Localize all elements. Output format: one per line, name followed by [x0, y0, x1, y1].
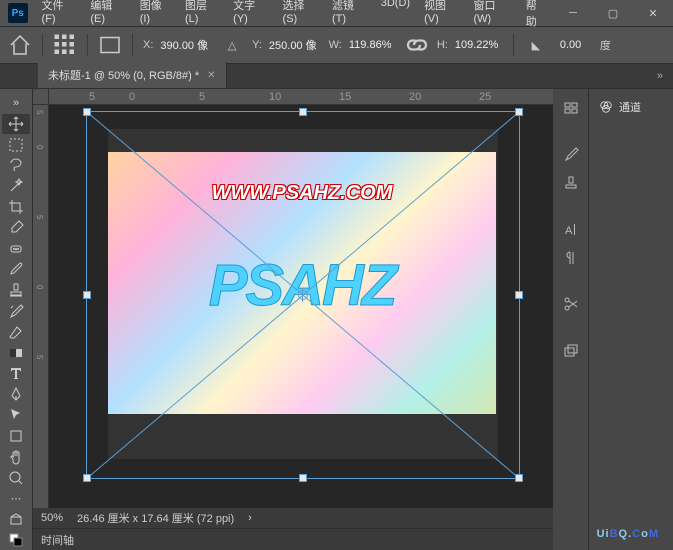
- tools-panel: » ⋯: [0, 89, 33, 550]
- handle-mid-left[interactable]: [83, 291, 91, 299]
- x-value[interactable]: 390.00 像: [156, 35, 212, 55]
- marquee-tool[interactable]: [2, 135, 30, 155]
- tab-title: 未标题-1 @ 50% (0, RGB/8#) *: [48, 67, 199, 83]
- y-label: Y:: [252, 39, 262, 51]
- menu-help[interactable]: 帮助: [520, 0, 553, 33]
- y-value[interactable]: 250.00 像: [265, 35, 321, 55]
- app-logo: Ps: [8, 3, 28, 23]
- timeline-panel[interactable]: 时间轴: [33, 528, 553, 550]
- pen-tool[interactable]: [2, 384, 30, 404]
- maximize-button[interactable]: ▢: [593, 0, 633, 27]
- menu-select[interactable]: 选择(S): [277, 0, 324, 33]
- clone-panel-icon[interactable]: [553, 170, 588, 196]
- tab-close-icon[interactable]: ✕: [207, 70, 215, 81]
- status-bar: 50% 26.46 厘米 x 17.64 厘米 (72 ppi) ›: [33, 508, 553, 528]
- eyedropper-tool[interactable]: [2, 218, 30, 238]
- menu-view[interactable]: 视图(V): [418, 0, 465, 33]
- path-select-tool[interactable]: [2, 405, 30, 425]
- menu-file[interactable]: 文件(F): [36, 0, 83, 33]
- brush-tool[interactable]: [2, 260, 30, 280]
- handle-top-right[interactable]: [515, 108, 523, 116]
- character-panel-icon[interactable]: A: [553, 216, 588, 242]
- watermark: UiBQ.CoM: [597, 521, 659, 542]
- handle-bot-mid[interactable]: [299, 474, 307, 482]
- minimize-button[interactable]: ─: [553, 0, 593, 27]
- h-label: H:: [437, 39, 448, 51]
- canvas-area: 5 0 5 10 15 20 25 5 0 5 0 5 WWW.PSAHZ.CO…: [33, 89, 553, 550]
- close-button[interactable]: ✕: [633, 0, 673, 27]
- image-layer: WWW.PSAHZ.COM PSAHZ: [108, 152, 496, 414]
- handle-top-mid[interactable]: [299, 108, 307, 116]
- reference-point-icon[interactable]: [53, 33, 77, 57]
- link-icon[interactable]: [405, 33, 429, 57]
- main-menu: 文件(F) 编辑(E) 图像(I) 图层(L) 文字(Y) 选择(S) 滤镜(T…: [36, 0, 553, 33]
- h-value[interactable]: 109.22%: [451, 37, 503, 53]
- title-bar: Ps 文件(F) 编辑(E) 图像(I) 图层(L) 文字(Y) 选择(S) 滤…: [0, 0, 673, 27]
- wand-tool[interactable]: [2, 176, 30, 196]
- handle-bot-right[interactable]: [515, 474, 523, 482]
- panels-dock: A 通道: [553, 89, 673, 550]
- svg-text:A: A: [565, 225, 573, 237]
- handle-bot-left[interactable]: [83, 474, 91, 482]
- swatch-tool[interactable]: [2, 530, 30, 550]
- rect-icon[interactable]: [98, 33, 122, 57]
- crop-tool[interactable]: [2, 197, 30, 217]
- heal-tool[interactable]: [2, 239, 30, 259]
- timeline-label: 时间轴: [41, 532, 74, 548]
- document-tab[interactable]: 未标题-1 @ 50% (0, RGB/8#) * ✕: [38, 62, 227, 88]
- type-tool[interactable]: [2, 364, 30, 384]
- document-dimensions[interactable]: 26.46 厘米 x 17.64 厘米 (72 ppi): [77, 510, 234, 526]
- stamp-tool[interactable]: [2, 280, 30, 300]
- document-tabs: 未标题-1 @ 50% (0, RGB/8#) * ✕: [0, 64, 673, 89]
- zoom-tool[interactable]: [2, 468, 30, 488]
- scissors-icon[interactable]: [553, 291, 588, 317]
- shape-tool[interactable]: [2, 426, 30, 446]
- layers-panel-icon[interactable]: [553, 337, 588, 363]
- channels-panel[interactable]: 通道: [593, 95, 669, 119]
- w-label: W:: [329, 39, 342, 51]
- home-icon[interactable]: [8, 33, 32, 57]
- main-text: PSAHZ: [209, 252, 396, 319]
- url-text: WWW.PSAHZ.COM: [212, 182, 393, 205]
- more-tools[interactable]: ⋯: [2, 488, 30, 508]
- eraser-tool[interactable]: [2, 322, 30, 342]
- delta-icon[interactable]: △: [220, 33, 244, 57]
- rotation-unit: 度: [600, 37, 611, 53]
- expand-icon[interactable]: »: [2, 93, 30, 113]
- menu-3d[interactable]: 3D(D): [375, 0, 416, 33]
- menu-image[interactable]: 图像(I): [134, 0, 177, 33]
- handle-top-left[interactable]: [83, 108, 91, 116]
- vertical-ruler[interactable]: 5 0 5 0 5: [33, 105, 49, 550]
- menu-layer[interactable]: 图层(L): [179, 0, 225, 33]
- channels-label: 通道: [619, 99, 641, 115]
- handle-mid-right[interactable]: [515, 291, 523, 299]
- edit-toolbar[interactable]: [2, 509, 30, 529]
- status-chevron-icon[interactable]: ›: [248, 512, 252, 524]
- window-controls: ─ ▢ ✕: [553, 0, 673, 27]
- menu-edit[interactable]: 编辑(E): [84, 0, 131, 33]
- move-tool[interactable]: [2, 114, 30, 134]
- zoom-level[interactable]: 50%: [41, 512, 63, 524]
- x-label: X:: [143, 39, 153, 51]
- panel-icon-1[interactable]: [553, 95, 588, 121]
- collapse-panels-icon[interactable]: »: [657, 70, 663, 82]
- lasso-tool[interactable]: [2, 155, 30, 175]
- gradient-tool[interactable]: [2, 343, 30, 363]
- ruler-origin[interactable]: [33, 89, 49, 105]
- angle-icon: ◣: [524, 33, 548, 57]
- menu-window[interactable]: 窗口(W): [467, 0, 517, 33]
- hand-tool[interactable]: [2, 447, 30, 467]
- history-brush-tool[interactable]: [2, 301, 30, 321]
- menu-filter[interactable]: 滤镜(T): [326, 0, 373, 33]
- menu-type[interactable]: 文字(Y): [227, 0, 274, 33]
- brush-panel-icon[interactable]: [553, 141, 588, 167]
- horizontal-ruler[interactable]: 5 0 5 10 15 20 25: [49, 89, 553, 105]
- paragraph-panel-icon[interactable]: [553, 245, 588, 271]
- rotation-value[interactable]: 0.00: [556, 37, 592, 53]
- w-value[interactable]: 119.86%: [345, 37, 397, 53]
